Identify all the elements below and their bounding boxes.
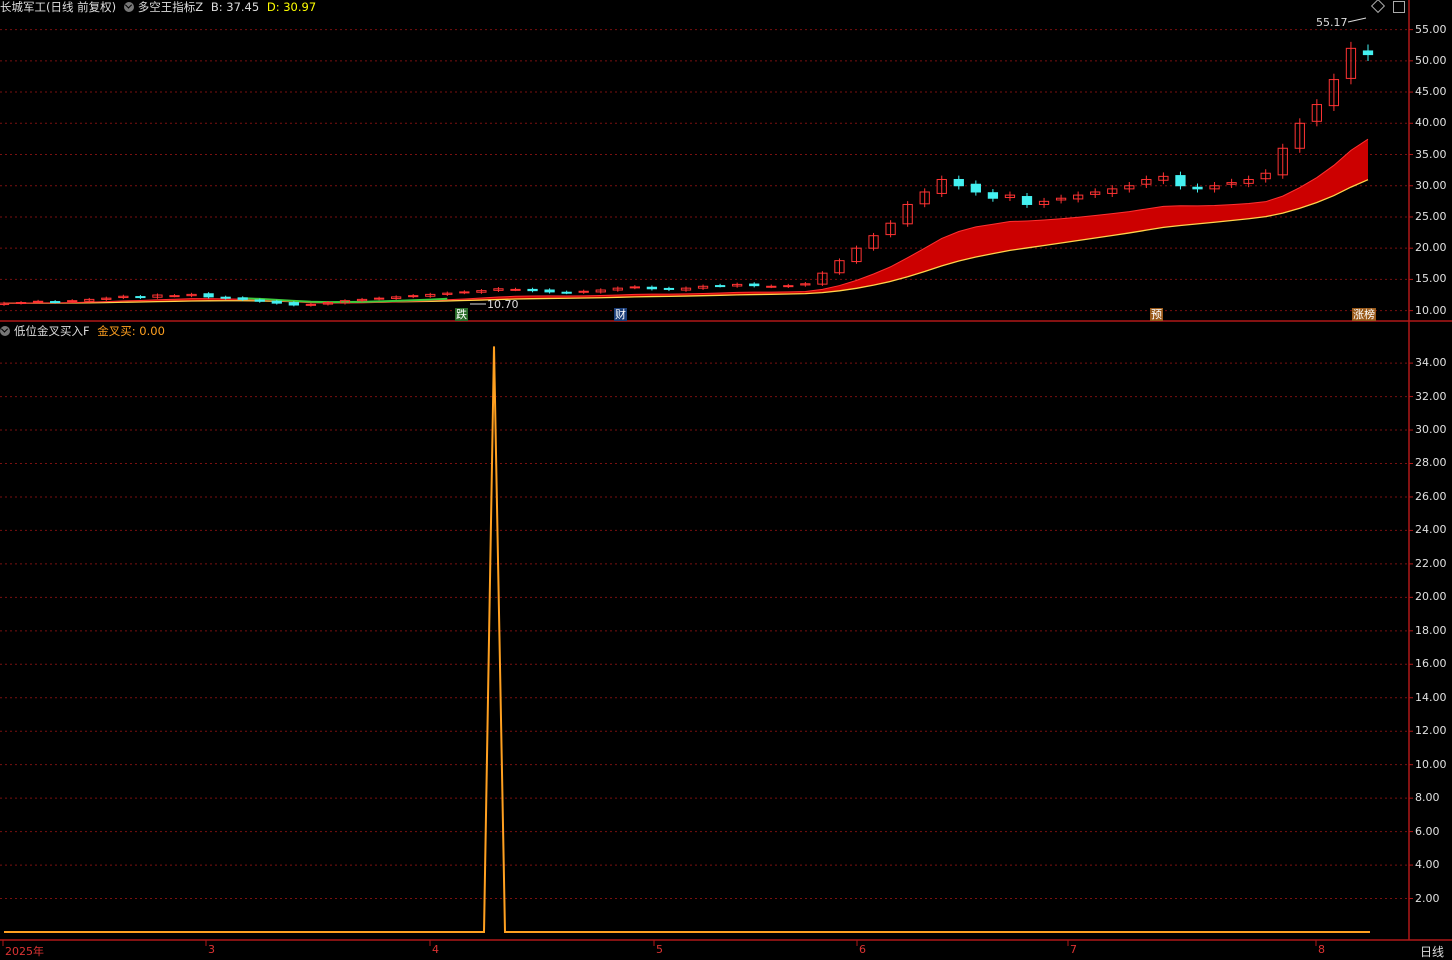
x-tick-label: 8	[1318, 943, 1325, 956]
candle-body	[271, 300, 282, 304]
candle-body	[527, 288, 538, 292]
indicator-menu-icon[interactable]	[123, 2, 134, 12]
sub-y-tick-label: 12.00	[1415, 724, 1447, 738]
x-tick-label: 4	[432, 943, 439, 956]
main-y-tick-label: 25.00	[1415, 209, 1447, 223]
main-y-tick-label: 15.00	[1415, 272, 1447, 286]
candle-body	[970, 183, 981, 193]
x-tick-label: 5	[656, 943, 663, 956]
sub-y-tick-label: 14.00	[1415, 690, 1447, 704]
candle-body	[1175, 175, 1186, 187]
stock-title[interactable]: 长城军工(日线 前复权)	[0, 0, 116, 14]
sub-y-tick-label: 2.00	[1415, 891, 1440, 905]
sub-y-tick-label: 18.00	[1415, 623, 1447, 637]
candle-body	[373, 297, 385, 300]
candle-body	[135, 296, 146, 299]
candle-body	[459, 291, 470, 294]
sub-y-tick-label: 10.00	[1415, 757, 1447, 771]
candle-body	[237, 297, 248, 300]
sub-pane-header: 低位金叉买入F 金叉买: 0.00	[0, 324, 169, 338]
candle-body	[169, 295, 180, 298]
sub-y-tick-label: 20.00	[1415, 590, 1447, 604]
sub-y-tick-label: 32.00	[1415, 389, 1447, 403]
candle-body	[510, 288, 521, 291]
candle-body	[544, 289, 555, 293]
tag-die[interactable]: 跌	[455, 308, 468, 321]
candle-body	[305, 303, 317, 306]
high-price-label: 55.17	[1316, 16, 1348, 29]
sub-y-tick-label: 24.00	[1415, 523, 1447, 537]
indicator-name[interactable]: 多空王指标Z	[138, 0, 203, 14]
candle-body	[15, 302, 27, 305]
sub-y-tick-label: 4.00	[1415, 858, 1440, 872]
main-pane-header: 长城军工(日线 前复权) 多空王指标Z B: 37.45 D: 30.97	[0, 0, 320, 14]
candle-body	[987, 192, 999, 199]
candle-body	[663, 287, 675, 290]
pane-toggle-icon[interactable]	[1393, 1, 1405, 13]
candle-body	[1362, 50, 1374, 56]
main-y-tick-label: 35.00	[1415, 147, 1447, 161]
main-y-tick-label: 40.00	[1415, 116, 1447, 130]
main-y-tick-label: 55.00	[1415, 22, 1447, 36]
chart-canvas	[0, 0, 1452, 946]
d-line	[3, 179, 1369, 304]
buy-signal-line	[4, 346, 1370, 933]
candle-body	[783, 285, 794, 288]
candle-body	[288, 302, 299, 306]
candle-body	[254, 299, 265, 302]
tag-zhangting[interactable]: 涨榜	[1352, 308, 1376, 321]
candle-body	[220, 296, 231, 299]
sub-y-tick-label: 22.00	[1415, 556, 1447, 570]
main-y-tick-label: 30.00	[1415, 178, 1447, 192]
d-value: D: 30.97	[266, 0, 317, 14]
sub-y-tick-label: 16.00	[1415, 657, 1447, 671]
bull-ribbon	[4, 139, 1368, 304]
sub-y-tick-label: 28.00	[1415, 456, 1447, 470]
main-y-tick-label: 50.00	[1415, 53, 1447, 67]
period-label[interactable]: 日线	[1420, 943, 1444, 960]
sub-indicator-name[interactable]: 低位金叉买入F	[14, 324, 90, 338]
candle-body	[67, 300, 78, 303]
candle-body	[646, 286, 658, 290]
candle-body	[1021, 196, 1033, 205]
candle-body	[203, 293, 214, 298]
x-tick-label: 3	[208, 943, 215, 956]
b-value: B: 37.45	[210, 0, 260, 14]
candle-body	[1192, 186, 1203, 190]
main-y-tick-label: 10.00	[1415, 303, 1447, 317]
sub-indicator-menu-icon[interactable]	[0, 326, 10, 336]
candle-body	[408, 295, 419, 298]
sub-y-tick-label: 8.00	[1415, 791, 1440, 805]
tag-cai[interactable]: 财	[614, 308, 627, 321]
candle-body	[578, 290, 589, 293]
candle-body	[749, 283, 760, 287]
tag-yu[interactable]: 预	[1150, 308, 1163, 321]
low-price-label: 10.70	[487, 298, 519, 311]
x-tick-label: 7	[1070, 943, 1077, 956]
main-y-tick-label: 20.00	[1415, 241, 1447, 255]
sub-y-tick-label: 34.00	[1415, 356, 1447, 370]
sub-y-tick-label: 26.00	[1415, 489, 1447, 503]
candle-body	[766, 285, 777, 288]
candle-body	[629, 286, 640, 289]
candle-body	[32, 300, 44, 303]
candle-body	[561, 291, 572, 294]
candle-body	[714, 285, 726, 288]
x-tick-label: 6	[859, 943, 866, 956]
buy-value: 金叉买: 0.00	[97, 324, 165, 338]
candle-body	[50, 301, 61, 304]
main-y-tick-label: 45.00	[1415, 85, 1447, 99]
high-arrow	[1347, 17, 1367, 23]
candle-body	[953, 178, 964, 187]
sub-y-tick-label: 30.00	[1415, 423, 1447, 437]
sub-y-tick-label: 6.00	[1415, 824, 1440, 838]
